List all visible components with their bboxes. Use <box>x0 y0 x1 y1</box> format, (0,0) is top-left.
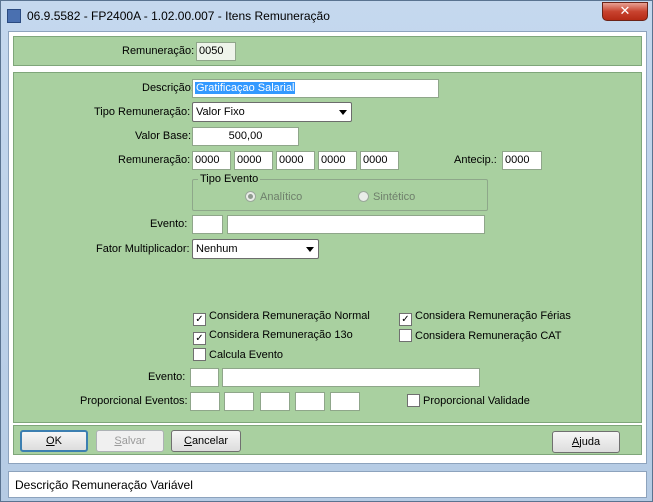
remuneracao-code-field[interactable]: 0050 <box>196 42 236 61</box>
cancelar-mnemonic: C <box>183 435 192 447</box>
checkbox-checked-icon: ✓ <box>399 313 412 326</box>
tipo-evento-group: Tipo Evento Analítico Sintético <box>192 173 488 211</box>
fator-multiplicador-dropdown[interactable]: Nenhum <box>192 239 319 259</box>
remuneracao-label: Remuneração: <box>118 154 191 166</box>
cancelar-label: ancelar <box>191 435 229 447</box>
cancelar-button[interactable]: Cancelar <box>171 430 241 452</box>
checkbox-unchecked-icon <box>399 329 412 342</box>
valor-base-label: Valor Base: <box>135 130 192 142</box>
ok-button[interactable]: OK <box>20 430 88 452</box>
checkbox-unchecked-icon <box>407 394 420 407</box>
proporcional-field-3[interactable] <box>260 392 290 411</box>
proporcional-field-4[interactable] <box>295 392 325 411</box>
close-button[interactable]: ✕ <box>602 2 648 21</box>
antecip-field[interactable]: 0000 <box>502 151 542 170</box>
considera-cat-label: Considera Remuneração CAT <box>415 330 562 342</box>
analitico-label: Analítico <box>260 191 303 203</box>
radio-icon <box>245 191 256 202</box>
tipo-remuneracao-label: Tipo Remuneração: <box>94 106 191 118</box>
remuneracao-field-2[interactable]: 0000 <box>234 151 273 170</box>
proporcional-validade-checkbox[interactable]: Proporcional Validade <box>407 394 530 407</box>
proporcional-field-5[interactable] <box>330 392 360 411</box>
main-window: 06.9.5582 - FP2400A - 1.02.00.007 - Iten… <box>0 0 653 502</box>
sintetico-radio[interactable]: Sintético <box>358 191 415 203</box>
button-panel: OK Salvar Cancelar Ajuda <box>13 425 642 455</box>
evento-code-field[interactable] <box>192 215 223 234</box>
salvar-label: alvar <box>121 435 146 447</box>
proporcional-eventos-label: Proporcional Eventos: <box>80 395 188 407</box>
proporcional-field-1[interactable] <box>190 392 220 411</box>
calcula-evento-label: Calcula Evento <box>209 349 283 361</box>
considera-normal-checkbox[interactable]: ✓ Considera Remuneração Normal <box>193 310 370 326</box>
descricao-value: Gratificaçao Salarial <box>195 82 296 94</box>
title-bar[interactable]: 06.9.5582 - FP2400A - 1.02.00.007 - Iten… <box>1 1 652 31</box>
evento2-desc-field[interactable] <box>222 368 480 387</box>
antecip-label: Antecip.: <box>454 154 497 166</box>
remuneracao-code-label: Remuneração: <box>122 45 195 57</box>
app-icon <box>7 9 21 23</box>
ajuda-button[interactable]: Ajuda <box>552 431 620 453</box>
tipo-remuneracao-value: Valor Fixo <box>196 106 245 118</box>
remuneracao-field-1[interactable]: 0000 <box>192 151 231 170</box>
valor-base-field[interactable]: 500,00 <box>192 127 299 146</box>
descricao-label: Descrição: <box>142 82 194 94</box>
ajuda-label: juda <box>579 436 601 448</box>
chevron-down-icon <box>339 110 347 115</box>
analitico-radio[interactable]: Analítico <box>245 191 302 203</box>
ok-mnemonic: O <box>46 435 55 447</box>
tipo-evento-title: Tipo Evento <box>198 173 261 185</box>
considera-ferias-label: Considera Remuneração Férias <box>415 310 571 322</box>
tipo-remuneracao-dropdown[interactable]: Valor Fixo <box>192 102 352 122</box>
proporcional-validade-label: Proporcional Validade <box>423 395 530 407</box>
proporcional-field-2[interactable] <box>224 392 254 411</box>
salvar-mnemonic: S <box>114 435 122 447</box>
calcula-evento-checkbox[interactable]: Calcula Evento <box>193 348 283 361</box>
descricao-field[interactable]: Gratificaçao Salarial <box>192 79 439 98</box>
considera-13o-label: Considera Remuneração 13o <box>209 329 353 341</box>
client-area: Remuneração: 0050 Descrição: Gratificaça… <box>8 31 647 464</box>
ok-label: K <box>54 435 62 447</box>
salvar-button[interactable]: Salvar <box>96 430 164 452</box>
considera-ferias-checkbox[interactable]: ✓ Considera Remuneração Férias <box>399 310 571 326</box>
status-bar: Descrição Remuneração Variável <box>8 471 647 498</box>
chevron-down-icon <box>306 247 314 252</box>
sintetico-label: Sintético <box>373 191 416 203</box>
window-title: 06.9.5582 - FP2400A - 1.02.00.007 - Iten… <box>27 9 330 23</box>
radio-icon <box>358 191 369 202</box>
main-panel: Descrição: Gratificaçao Salarial Tipo Re… <box>13 72 642 423</box>
evento-label: Evento: <box>150 218 188 230</box>
top-panel: Remuneração: 0050 <box>13 36 642 66</box>
considera-13o-checkbox[interactable]: ✓ Considera Remuneração 13o <box>193 329 353 345</box>
status-text: Descrição Remuneração Variável <box>15 478 193 492</box>
remuneracao-field-5[interactable]: 0000 <box>360 151 399 170</box>
evento2-code-field[interactable] <box>190 368 219 387</box>
evento-desc-field[interactable] <box>227 215 485 234</box>
evento2-label: Evento: <box>148 371 186 383</box>
remuneracao-field-4[interactable]: 0000 <box>318 151 357 170</box>
checkbox-checked-icon: ✓ <box>193 332 206 345</box>
considera-cat-checkbox[interactable]: Considera Remuneração CAT <box>399 329 562 342</box>
fator-multiplicador-value: Nenhum <box>196 243 238 255</box>
fator-multiplicador-label: Fator Multiplicador: <box>96 243 190 255</box>
checkbox-checked-icon: ✓ <box>193 313 206 326</box>
checkbox-unchecked-icon <box>193 348 206 361</box>
considera-normal-label: Considera Remuneração Normal <box>209 310 370 322</box>
remuneracao-field-3[interactable]: 0000 <box>276 151 315 170</box>
